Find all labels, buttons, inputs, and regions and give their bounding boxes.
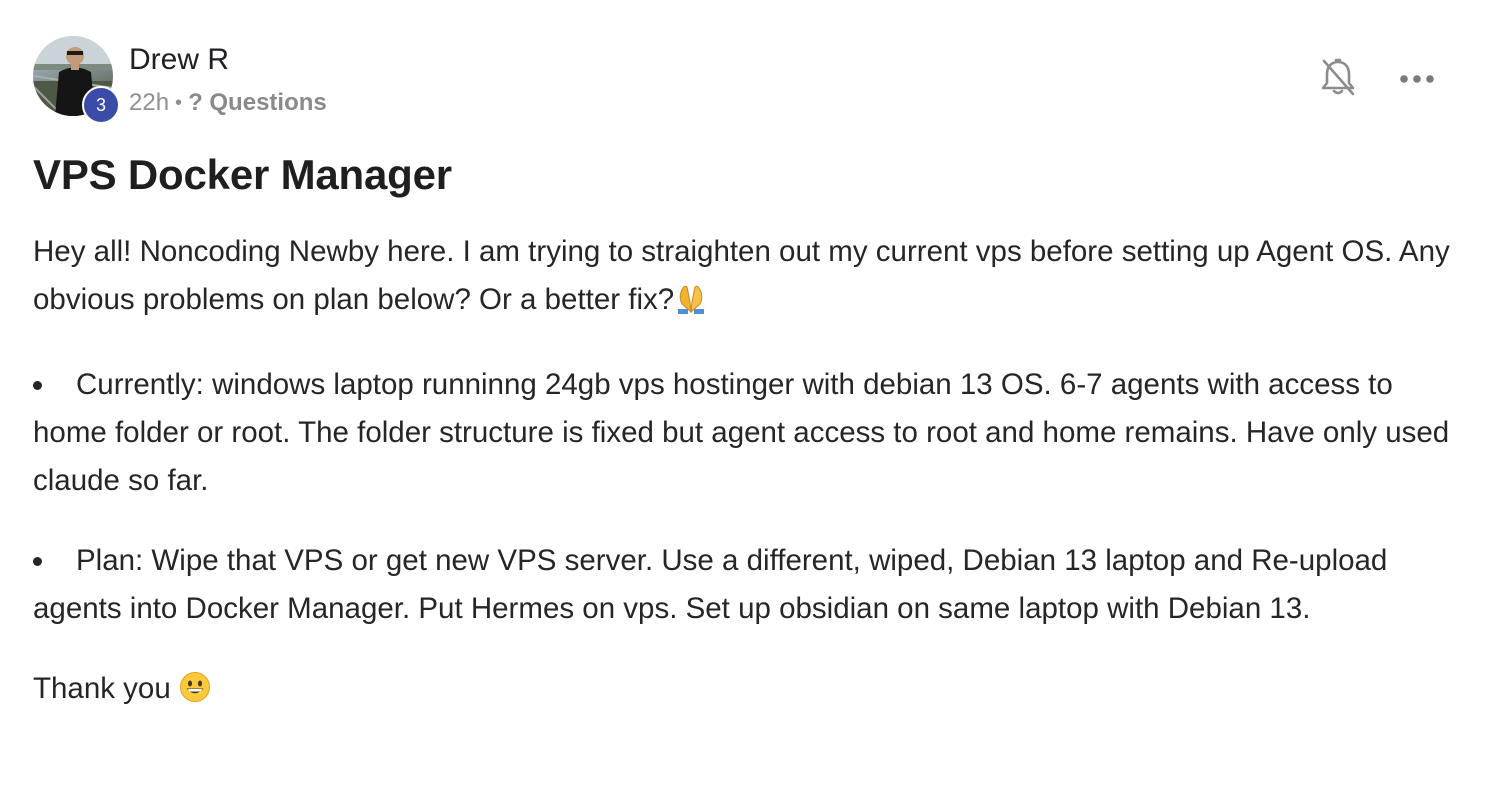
list-item: Plan: Wipe that VPS or get new VPS serve… [33,537,1463,633]
post-closing: Thank you [33,665,1463,718]
more-options-button[interactable] [1394,58,1440,102]
post-bullet-list: Currently: windows laptop runninng 24gb … [33,361,1463,633]
post-intro-text: Hey all! Noncoding Newby here. I am tryi… [33,235,1450,316]
more-horizontal-icon [1399,71,1435,89]
meta-separator: • [175,91,183,114]
notification-toggle-button[interactable] [1316,57,1360,101]
post-closing-text: Thank you [33,672,171,705]
level-badge: 3 [82,86,120,124]
post-body: Hey all! Noncoding Newby here. I am tryi… [33,228,1463,718]
author-name[interactable]: Drew R [129,43,229,77]
post-card: 3 Drew R 22h • ? Questions VPS Docker Ma… [0,0,1500,790]
bullet-icon [33,557,42,566]
post-title: VPS Docker Manager [33,151,452,198]
grinning-face-emoji [179,670,211,718]
folded-hands-emoji [674,281,708,329]
list-item-text: Plan: Wipe that VPS or get new VPS serve… [33,544,1388,625]
post-category[interactable]: ? Questions [188,89,327,117]
list-item-text: Currently: windows laptop runninng 24gb … [33,368,1450,497]
author-avatar[interactable]: 3 [33,36,120,124]
list-item: Currently: windows laptop runninng 24gb … [33,361,1463,505]
post-meta: 22h • ? Questions [129,89,327,117]
bullet-icon [33,381,42,390]
post-intro: Hey all! Noncoding Newby here. I am tryi… [33,228,1463,329]
post-time[interactable]: 22h [129,89,169,117]
bell-off-icon [1320,57,1356,102]
